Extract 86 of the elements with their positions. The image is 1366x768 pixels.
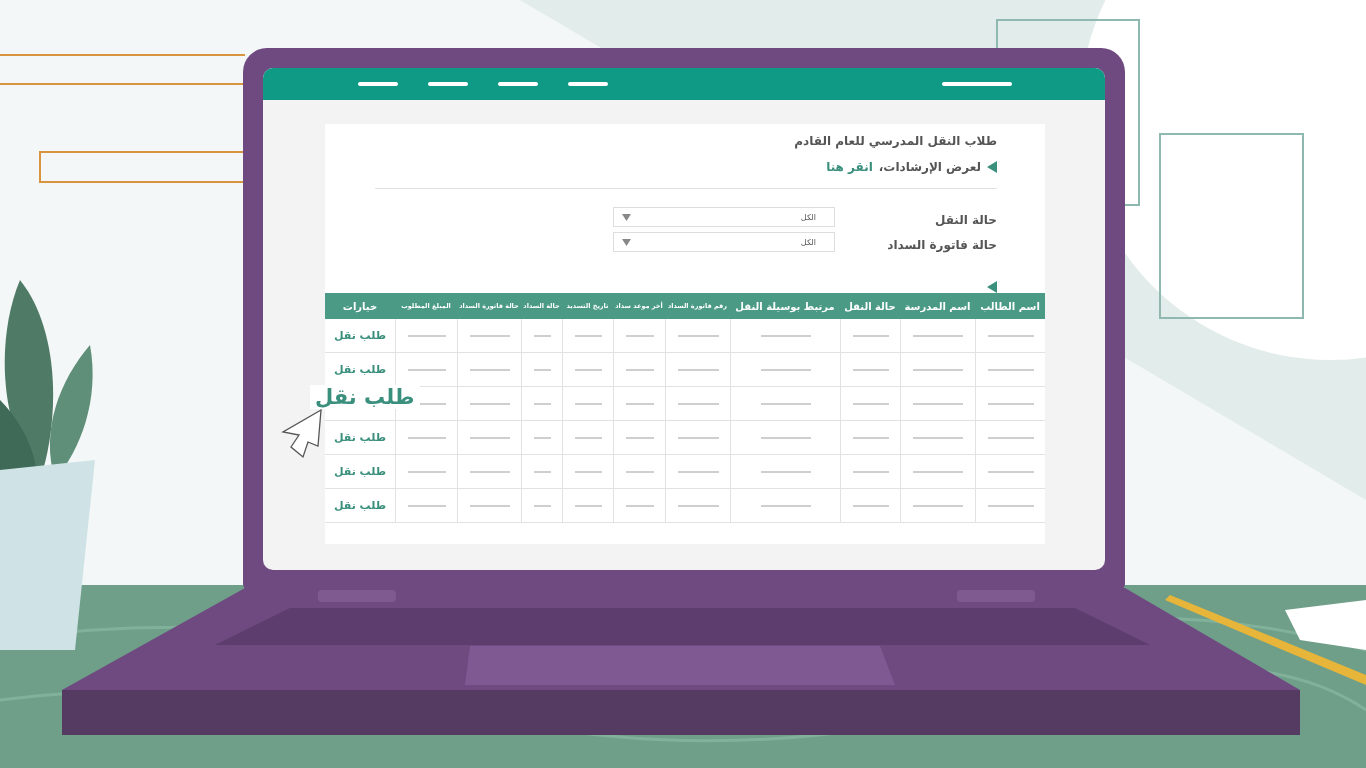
- placeholder-line: [407, 368, 446, 371]
- filter-dropdown[interactable]: الكل: [613, 232, 835, 252]
- placeholder-line: [625, 470, 654, 473]
- filter-dropdown[interactable]: الكل: [613, 207, 835, 227]
- placeholder-line: [625, 436, 654, 439]
- menu-line-icon[interactable]: [428, 82, 468, 86]
- placeholder-line: [913, 470, 963, 473]
- placeholder-line: [677, 470, 719, 473]
- placeholder-line: [987, 402, 1034, 405]
- transfer-request-link[interactable]: طلب نقل: [333, 431, 387, 444]
- column-header: اسم المدرسة: [900, 293, 975, 319]
- placeholder-line: [760, 402, 811, 405]
- placeholder-line: [852, 504, 889, 507]
- caret-icon[interactable]: [622, 213, 631, 221]
- placeholder-line: [469, 504, 510, 507]
- placeholder-line: [625, 504, 654, 507]
- placeholder-line: [987, 334, 1034, 337]
- transfer-request-link[interactable]: طلب نقل: [333, 363, 387, 376]
- column-header: خيارات: [325, 293, 395, 319]
- placeholder-line: [407, 436, 446, 439]
- placeholder-line: [760, 368, 811, 371]
- filter-label: حالة النقل: [934, 212, 997, 227]
- placeholder-line: [913, 436, 963, 439]
- placeholder-line: [852, 436, 889, 439]
- placeholder-line: [407, 470, 446, 473]
- placeholder-line: [760, 504, 811, 507]
- placeholder-line: [469, 436, 510, 439]
- placeholder-line: [987, 368, 1034, 371]
- placeholder-line: [574, 470, 602, 473]
- placeholder-line: [533, 470, 551, 473]
- transfer-request-link[interactable]: طلب نقل: [333, 465, 387, 478]
- instructions-text: لعرض الإرشادات،: [878, 160, 981, 174]
- menu-line-icon[interactable]: [498, 82, 538, 86]
- placeholder-line: [533, 334, 551, 337]
- placeholder-line: [533, 504, 551, 507]
- placeholder-line: [533, 368, 551, 371]
- transfer-request-link[interactable]: طلب نقل: [310, 385, 420, 409]
- placeholder-line: [677, 368, 719, 371]
- placeholder-line: [852, 368, 889, 371]
- transfer-request-link[interactable]: طلب نقل: [333, 329, 387, 342]
- placeholder-line: [574, 368, 602, 371]
- placeholder-line: [469, 402, 510, 405]
- placeholder-line: [987, 436, 1034, 439]
- placeholder-line: [760, 470, 811, 473]
- placeholder-line: [469, 334, 510, 337]
- placeholder-line: [625, 334, 654, 337]
- placeholder-line: [913, 504, 963, 507]
- placeholder-line: [407, 504, 446, 507]
- placeholder-line: [987, 470, 1034, 473]
- placeholder-line: [574, 334, 602, 337]
- placeholder-line: [677, 436, 719, 439]
- placeholder-line: [760, 436, 811, 439]
- placeholder-line: [852, 402, 889, 405]
- placeholder-line: [407, 334, 446, 337]
- transfer-request-link[interactable]: طلب نقل: [333, 499, 387, 512]
- page-title: طلاب النقل المدرسي للعام القادم: [793, 134, 997, 148]
- placeholder-line: [760, 334, 811, 337]
- placeholder-line: [533, 436, 551, 439]
- placeholder-line: [469, 368, 510, 371]
- menu-line-icon[interactable]: [358, 82, 398, 86]
- placeholder-line: [913, 368, 963, 371]
- placeholder-line: [913, 334, 963, 337]
- column-header: اسم الطالب: [975, 293, 1045, 319]
- placeholder-line: [625, 368, 654, 371]
- instructions-link[interactable]: انقر هنا: [826, 160, 873, 174]
- column-header: حالة النقل: [840, 293, 900, 319]
- filter-label: حالة فاتورة السداد: [886, 237, 997, 252]
- placeholder-line: [677, 504, 719, 507]
- column-header: مرتبط بوسيلة النقل: [730, 293, 840, 319]
- caret-icon[interactable]: [622, 238, 631, 246]
- placeholder-line: [469, 470, 510, 473]
- placeholder-line: [677, 334, 719, 337]
- placeholder-line: [625, 402, 654, 405]
- placeholder-line: [574, 504, 602, 507]
- placeholder-line: [574, 436, 602, 439]
- placeholder-line: [852, 470, 889, 473]
- placeholder-line: [987, 504, 1034, 507]
- placeholder-line: [574, 402, 602, 405]
- menu-line-icon[interactable]: [942, 82, 1012, 86]
- triangle-icon[interactable]: [987, 161, 997, 173]
- triangle-icon[interactable]: [987, 281, 997, 293]
- menu-line-icon[interactable]: [568, 82, 608, 86]
- placeholder-line: [852, 334, 889, 337]
- placeholder-line: [913, 402, 963, 405]
- placeholder-line: [533, 402, 551, 405]
- placeholder-line: [677, 402, 719, 405]
